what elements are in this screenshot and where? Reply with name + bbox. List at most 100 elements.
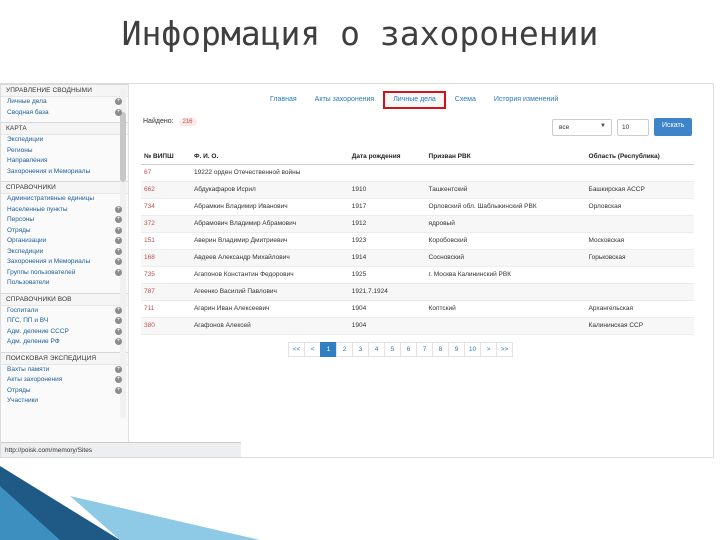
- add-icon[interactable]: +: [115, 376, 122, 383]
- add-icon[interactable]: +: [115, 338, 122, 345]
- page-link[interactable]: 2: [336, 342, 353, 357]
- table-cell: 1917: [348, 198, 426, 216]
- sidebar-item[interactable]: Пользователи: [1, 278, 128, 289]
- add-icon[interactable]: +: [115, 306, 122, 314]
- sidebar-item[interactable]: Административные единицы: [1, 194, 128, 205]
- sidebar-item[interactable]: Отряды +: [1, 226, 128, 237]
- table-row[interactable]: 662 Абдукафаров Исрил 1910 Ташкентский Башки…: [141, 181, 694, 199]
- sidebar-item[interactable]: Захоронения и Мемориалы +: [1, 257, 128, 268]
- sidebar-item[interactable]: Адм. деление РФ +: [1, 337, 128, 348]
- decorative-corner-shape: [0, 466, 260, 540]
- page-link[interactable]: 1: [320, 342, 337, 357]
- add-icon[interactable]: +: [115, 365, 122, 373]
- table-cell: 67: [141, 164, 191, 182]
- page-link[interactable]: 7: [416, 342, 433, 357]
- sidebar-item-label: Экспедиции: [7, 136, 44, 144]
- tab-1[interactable]: Акты захоронения: [306, 92, 384, 108]
- table-cell: 1910: [348, 181, 426, 199]
- table-row[interactable]: 734 Абрамкин Владимир Иванович 1917 Орловск…: [141, 198, 694, 216]
- per-page-input[interactable]: 10: [617, 118, 649, 136]
- sidebar-item[interactable]: Персоны +: [1, 215, 128, 226]
- tab-2[interactable]: Личные дела: [383, 91, 446, 109]
- column-header[interactable]: Дата рождения: [348, 149, 426, 165]
- column-header[interactable]: № ВИПШ: [141, 149, 191, 165]
- table-cell: [585, 215, 694, 233]
- sidebar-item[interactable]: ПГС, ПП и ВЧ +: [1, 316, 128, 327]
- sidebar-item[interactable]: Направления: [1, 156, 128, 167]
- add-icon[interactable]: +: [115, 327, 122, 335]
- table-cell: 1925: [348, 266, 426, 284]
- table-row[interactable]: 67 19222 орден Отечественной войны: [141, 164, 694, 182]
- page-link[interactable]: >: [480, 342, 497, 357]
- add-icon[interactable]: +: [115, 205, 122, 213]
- page-link[interactable]: <<: [288, 342, 305, 357]
- page-link[interactable]: 6: [400, 342, 417, 357]
- add-icon[interactable]: +: [115, 237, 122, 244]
- add-icon[interactable]: +: [115, 216, 122, 223]
- sidebar-item-label: Населенные пункты: [7, 205, 68, 213]
- table-cell: 787: [141, 283, 191, 301]
- sidebar-item[interactable]: Экспедиции: [1, 135, 128, 146]
- sidebar-item[interactable]: Отряды +: [1, 386, 128, 397]
- add-icon[interactable]: +: [115, 258, 122, 265]
- sidebar-item[interactable]: Экспедиции +: [1, 247, 128, 258]
- sidebar-section-header: УПРАВЛЕНИЕ СВОДНЫМИ: [1, 84, 128, 97]
- add-icon[interactable]: +: [115, 98, 122, 105]
- table-cell: [585, 164, 694, 182]
- add-icon[interactable]: +: [115, 317, 122, 324]
- table-row[interactable]: 372 Абрамович Владимир Абрамович 1912 ядров…: [141, 215, 694, 233]
- table-row[interactable]: 151 Аверин Владимир Дмитриевич 1923 Коробов…: [141, 232, 694, 250]
- sidebar-section-header: КАРТА: [1, 122, 128, 135]
- table-cell: Орловская: [585, 198, 694, 216]
- tab-0[interactable]: Главная: [261, 92, 306, 108]
- sidebar-item-label: Организации: [7, 237, 47, 245]
- page-link[interactable]: 5: [384, 342, 401, 357]
- sidebar: УПРАВЛЕНИЕ СВОДНЫМИ Личные дела + Сводная б…: [1, 84, 129, 457]
- sidebar-item[interactable]: Вахты памяти +: [1, 365, 128, 376]
- add-icon[interactable]: +: [115, 268, 122, 276]
- add-icon[interactable]: +: [115, 226, 122, 234]
- filter-select[interactable]: все ▼: [552, 118, 612, 136]
- column-header[interactable]: Призван РВК: [425, 149, 586, 165]
- sidebar-item[interactable]: Регионы: [1, 146, 128, 157]
- column-header[interactable]: Область (Республика): [585, 149, 694, 165]
- page-link[interactable]: 4: [368, 342, 385, 357]
- table-row[interactable]: 380 Агафонов Алексей 1904 Калининская ССР: [141, 317, 694, 335]
- add-icon[interactable]: +: [115, 247, 122, 255]
- sidebar-item[interactable]: Населенные пункты +: [1, 205, 128, 216]
- tab-3[interactable]: Схема: [446, 92, 485, 108]
- column-header[interactable]: Ф. И. О.: [190, 149, 349, 165]
- page-link[interactable]: 3: [352, 342, 369, 357]
- sidebar-item[interactable]: Участники: [1, 396, 128, 407]
- table-row[interactable]: 711 Агарин Иван Алексеевич 1904 Коптский Арх…: [141, 300, 694, 318]
- add-icon[interactable]: +: [115, 386, 122, 394]
- table-cell: Абрамкин Владимир Иванович: [190, 198, 349, 216]
- sidebar-item-label: Административные единицы: [7, 195, 95, 203]
- table-row[interactable]: 735 Агапонов Константин Федорович 1925 г. М…: [141, 266, 694, 284]
- page-link[interactable]: 8: [432, 342, 449, 357]
- page-link[interactable]: >>: [496, 342, 513, 357]
- page-link[interactable]: <: [304, 342, 321, 357]
- sidebar-item[interactable]: Захоронения и Мемориалы: [1, 167, 128, 178]
- page-link[interactable]: 10: [464, 342, 481, 357]
- search-button[interactable]: Искать: [654, 118, 693, 136]
- table-cell: Сосновский: [425, 249, 586, 267]
- table-cell: Коптский: [425, 300, 586, 318]
- sidebar-item[interactable]: Группы пользователей +: [1, 268, 128, 279]
- page-link[interactable]: 9: [448, 342, 465, 357]
- sidebar-item-label: Госпитали: [7, 306, 39, 314]
- table-row[interactable]: 168 Авдеев Александр Михайлович 1914 Соснов…: [141, 249, 694, 267]
- table-cell: 1904: [348, 317, 426, 335]
- sidebar-item-label: Пользователи: [7, 279, 50, 287]
- sidebar-item[interactable]: Адм. деление СССР +: [1, 327, 128, 338]
- sidebar-item[interactable]: Сводная база +: [1, 108, 128, 119]
- sidebar-item[interactable]: Организации +: [1, 236, 128, 247]
- table-row[interactable]: 787 Агеенко Василий Павлович 1921.7.1924: [141, 283, 694, 301]
- sidebar-item[interactable]: Личные дела +: [1, 97, 128, 108]
- tab-4[interactable]: История изменений: [485, 92, 567, 108]
- add-icon[interactable]: +: [115, 108, 122, 116]
- sidebar-item[interactable]: Акты захоронения +: [1, 375, 128, 386]
- table-cell: 735: [141, 266, 191, 284]
- sidebar-item[interactable]: Госпитали +: [1, 306, 128, 317]
- sidebar-item-label: Персоны: [7, 216, 35, 224]
